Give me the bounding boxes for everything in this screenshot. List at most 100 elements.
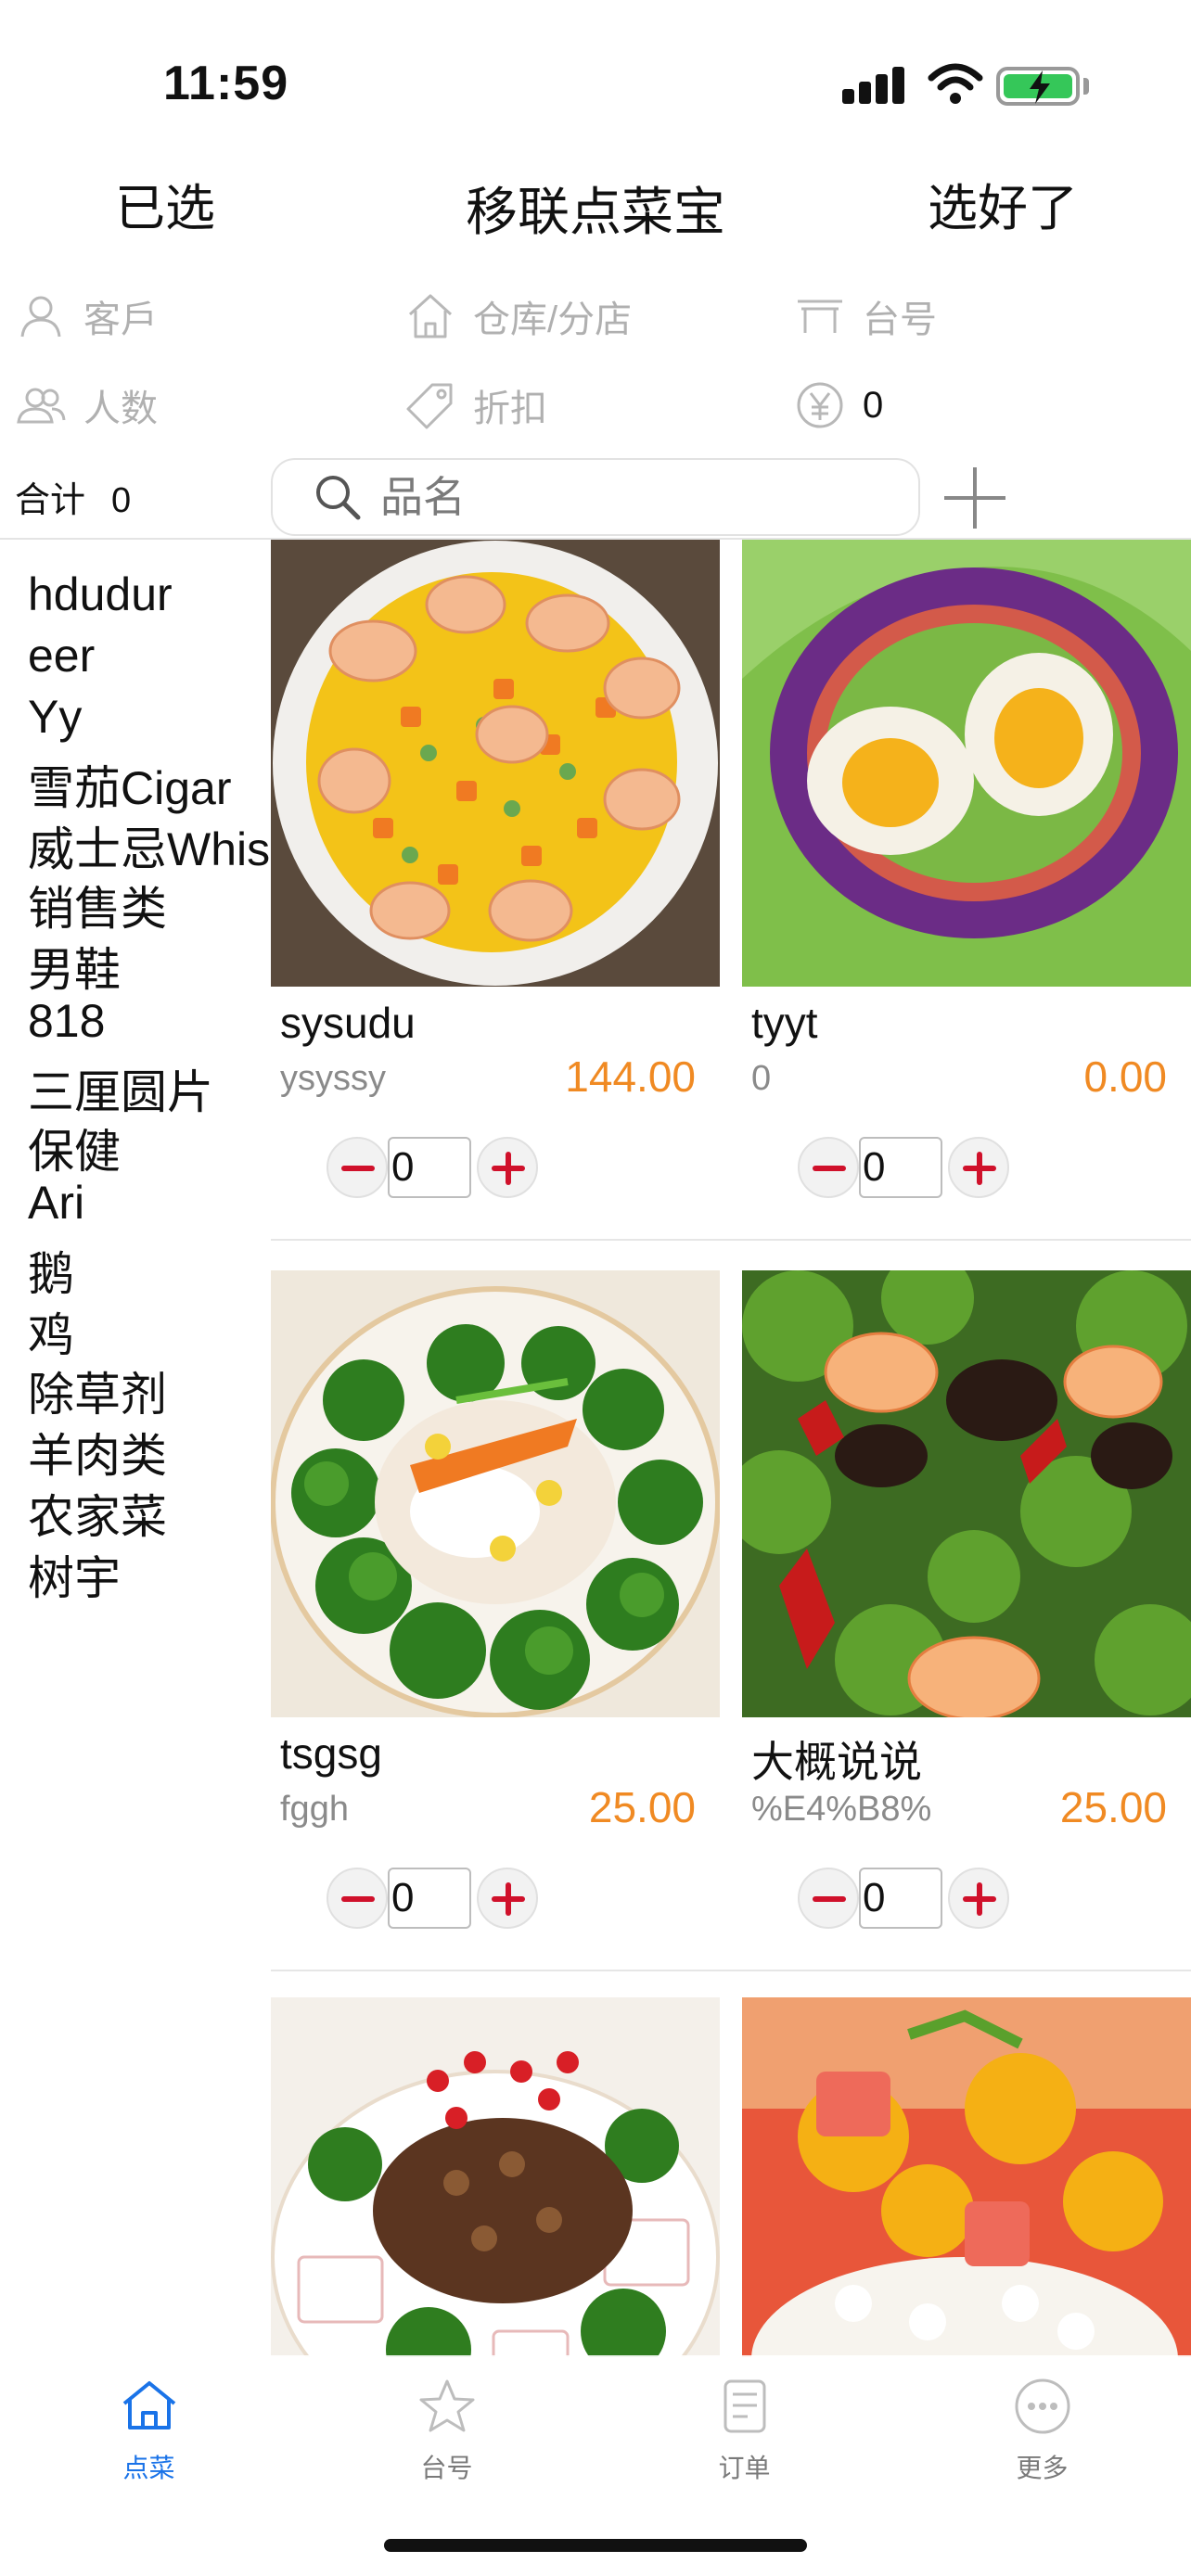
quantity-stepper[interactable]: 0	[798, 1864, 1011, 1929]
add-icon[interactable]	[941, 464, 1009, 532]
category-sidebar[interactable]: hdudur eer Yy 雪茄Cigar 威士忌Whisky 销售类 男鞋 8…	[0, 540, 271, 2357]
status-time: 11:59	[163, 57, 289, 110]
category-item[interactable]: 销售类	[28, 872, 167, 938]
category-item[interactable]: 树宇	[28, 1541, 121, 1608]
row-divider	[271, 1970, 1191, 1971]
amount-field: 0	[794, 363, 883, 447]
product-card[interactable]	[271, 1997, 720, 2357]
star-icon	[419, 2379, 475, 2432]
home-icon	[122, 2381, 176, 2429]
search-icon	[316, 476, 361, 520]
tab-more[interactable]: 更多	[893, 2355, 1191, 2504]
product-card[interactable]: tsgsg fggh 25.00 0	[271, 1270, 721, 1929]
quantity-input[interactable]: 0	[859, 1868, 942, 1929]
category-item[interactable]: hdudur	[28, 567, 173, 621]
more-icon	[1015, 2378, 1070, 2434]
people-field[interactable]: 人数	[15, 363, 158, 447]
nav-bar: 移联点菜宝 已选 选好了	[0, 148, 1191, 250]
table-field[interactable]: 台号	[794, 274, 937, 358]
total-summary: 合计 0	[15, 471, 131, 522]
product-image	[271, 1997, 720, 2357]
tab-order[interactable]: 点菜	[0, 2355, 298, 2504]
home-indicator	[384, 2539, 807, 2552]
product-spec: fggh	[280, 1790, 349, 1829]
table-label: 台号	[863, 300, 937, 340]
quantity-input[interactable]: 0	[388, 1137, 471, 1198]
people-label: 人数	[83, 389, 158, 429]
category-item[interactable]: 保健	[28, 1115, 121, 1181]
category-item[interactable]: 除草剂	[28, 1358, 167, 1424]
product-grid: sysudu ysyssy 144.00 0 tyyt 0 0.00 0 tsg…	[271, 540, 1191, 2357]
tab-label: 点菜	[122, 2454, 175, 2482]
category-item[interactable]: eer	[28, 629, 95, 682]
plus-button[interactable]	[477, 1137, 538, 1198]
category-item[interactable]: Yy	[28, 690, 82, 744]
quantity-stepper[interactable]: 0	[327, 1133, 540, 1198]
product-image	[271, 1270, 721, 1718]
user-icon	[20, 296, 61, 338]
category-item[interactable]: 农家菜	[28, 1480, 167, 1547]
product-card[interactable]: 大概说说 %E4%B8% 25.00 0	[727, 1252, 1191, 1929]
amount-value: 0	[863, 384, 884, 426]
product-price: 144.00	[565, 1052, 696, 1101]
selected-button[interactable]: 已选	[115, 167, 215, 240]
quantity-stepper[interactable]: 0	[798, 1133, 1011, 1198]
product-spec: %E4%B8%	[751, 1790, 932, 1829]
quantity-input[interactable]: 0	[388, 1868, 471, 1929]
minus-button[interactable]	[327, 1137, 388, 1198]
product-price: 25.00	[588, 1783, 696, 1831]
house-icon	[408, 294, 453, 338]
plus-button[interactable]	[948, 1868, 1009, 1929]
minus-button[interactable]	[798, 1137, 859, 1198]
customer-label: 客戶	[83, 300, 158, 340]
product-card[interactable]: tyyt 0 0.00 0	[742, 540, 1191, 1198]
product-price: 0.00	[1083, 1052, 1167, 1101]
yuan-icon	[797, 382, 843, 428]
product-spec: ysyssy	[280, 1059, 386, 1098]
category-item[interactable]: 雪茄Cigar	[28, 751, 231, 818]
search-input[interactable]	[380, 472, 900, 522]
customer-field[interactable]: 客戶	[15, 274, 158, 358]
category-item[interactable]: 三厘圆片	[28, 1055, 213, 1122]
store-field[interactable]: 仓库/分店	[404, 274, 632, 358]
category-item[interactable]: 818	[28, 994, 105, 1048]
product-image	[727, 1252, 1191, 1721]
quantity-stepper[interactable]: 0	[327, 1864, 540, 1929]
product-price: 25.00	[1059, 1783, 1167, 1831]
quantity-input[interactable]: 0	[859, 1137, 942, 1198]
total-value: 0	[111, 481, 132, 520]
minus-button[interactable]	[798, 1868, 859, 1929]
battery-nub	[1083, 78, 1089, 95]
category-item[interactable]: 威士忌Whisky	[28, 812, 271, 879]
product-image	[742, 540, 1191, 987]
product-image	[271, 540, 720, 987]
status-bar: 11:59	[0, 0, 1191, 139]
category-item[interactable]: 鹅	[28, 1237, 74, 1304]
tab-label: 订单	[718, 2454, 771, 2482]
search-box[interactable]	[271, 458, 920, 536]
plus-button[interactable]	[948, 1137, 1009, 1198]
plus-button[interactable]	[477, 1868, 538, 1929]
row-divider	[271, 1239, 1191, 1241]
tab-orders[interactable]: 订单	[596, 2355, 893, 2504]
tab-label: 台号	[420, 2454, 473, 2482]
product-name: tyyt	[751, 999, 818, 1047]
product-name: sysudu	[280, 999, 416, 1047]
category-item[interactable]: 鸡	[28, 1298, 74, 1365]
product-card[interactable]	[742, 1997, 1191, 2357]
done-button[interactable]: 选好了	[928, 167, 1078, 240]
category-item[interactable]: Ari	[28, 1176, 84, 1230]
store-label: 仓库/分店	[473, 300, 633, 340]
people-icon	[17, 388, 66, 424]
tab-table[interactable]: 台号	[298, 2355, 596, 2504]
wifi-icon	[928, 63, 983, 104]
minus-button[interactable]	[327, 1868, 388, 1929]
table-icon	[798, 300, 842, 333]
category-item[interactable]: 男鞋	[28, 933, 121, 1000]
discount-label: 折扣	[473, 389, 547, 429]
product-card[interactable]: sysudu ysyssy 144.00 0	[271, 540, 720, 1198]
category-item[interactable]: 羊肉类	[28, 1419, 167, 1486]
discount-field[interactable]: 折扣	[404, 363, 547, 447]
battery-icon	[996, 67, 1080, 106]
product-name: tsgsg	[280, 1729, 382, 1778]
